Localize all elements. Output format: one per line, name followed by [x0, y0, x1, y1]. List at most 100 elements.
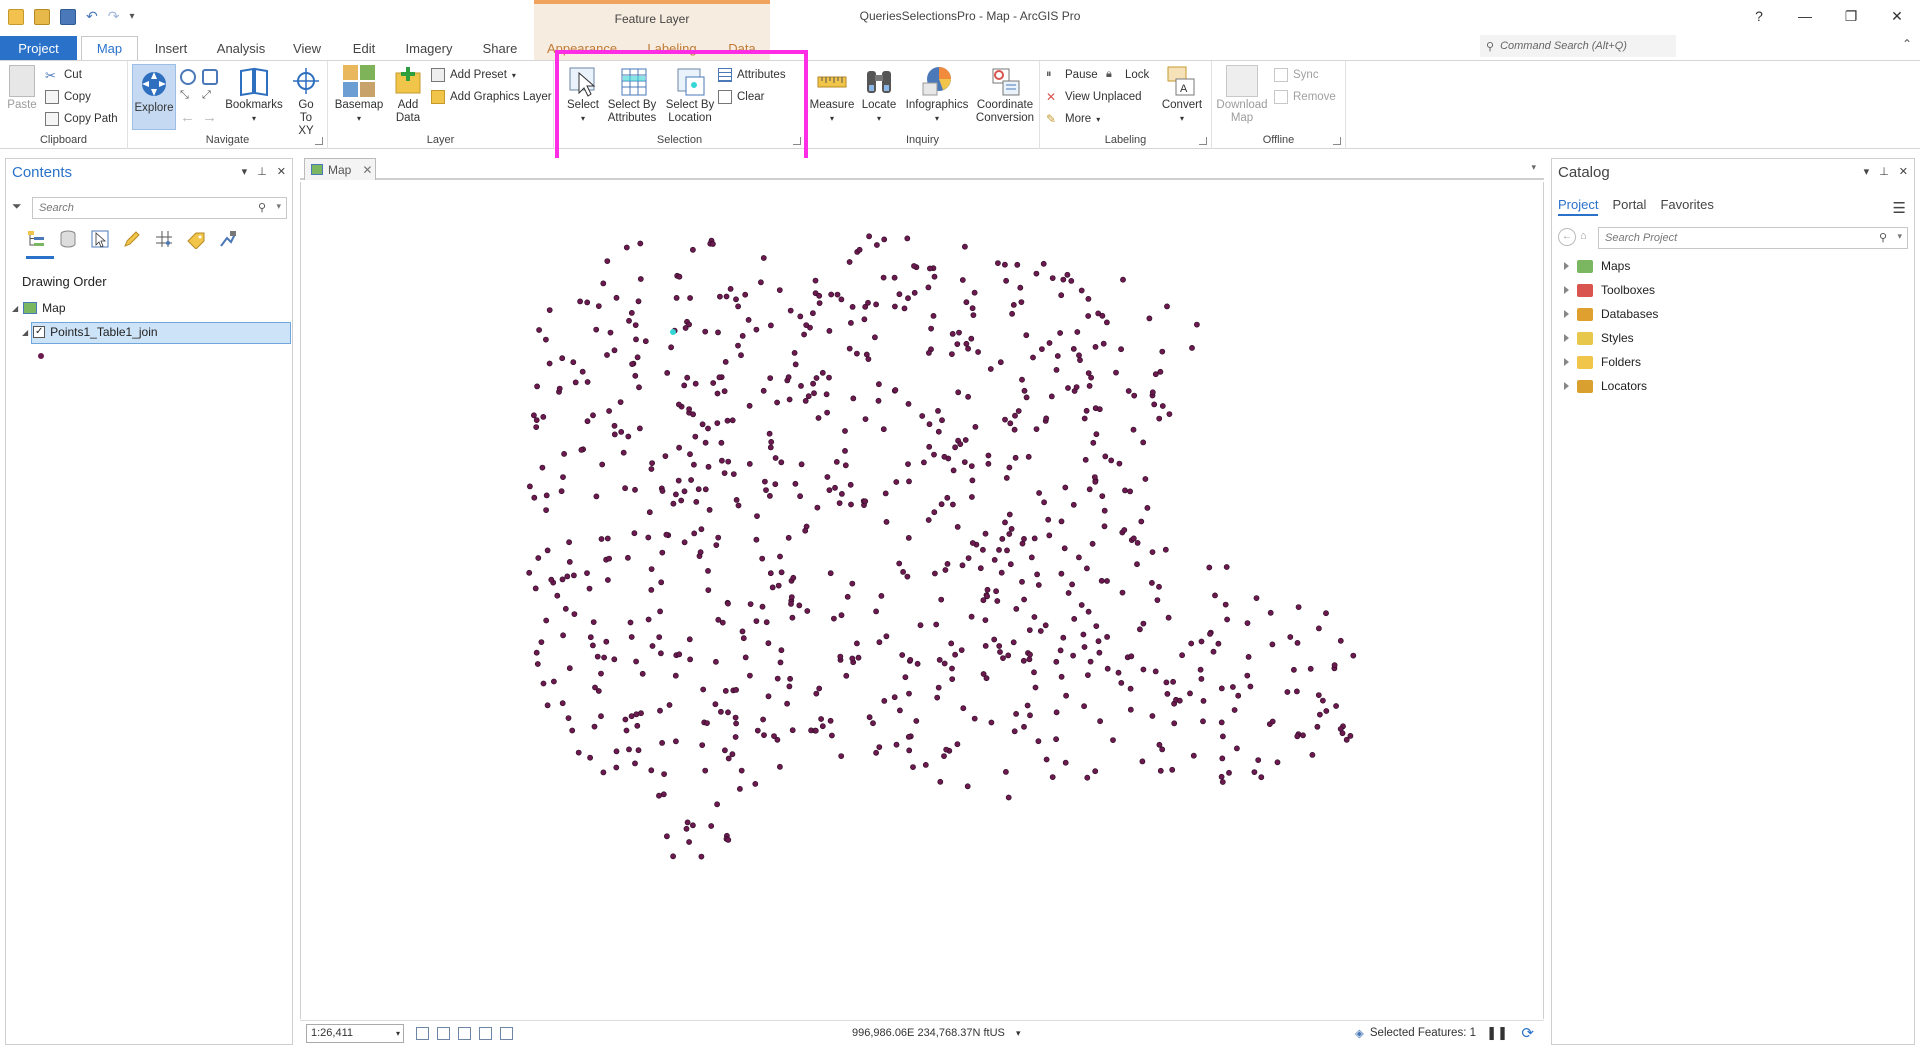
select-by-attributes-button[interactable]: Select By Attributes — [604, 65, 660, 125]
fixed-zoom-icon[interactable] — [202, 69, 218, 85]
point-feature[interactable] — [1120, 276, 1126, 283]
point-feature[interactable] — [598, 536, 605, 542]
point-feature[interactable] — [752, 781, 759, 787]
point-feature[interactable] — [656, 792, 662, 799]
point-feature[interactable] — [950, 467, 957, 474]
point-feature[interactable] — [725, 600, 731, 607]
point-feature[interactable] — [1086, 382, 1093, 389]
point-feature[interactable] — [827, 717, 834, 724]
point-feature[interactable] — [628, 713, 635, 720]
point-feature[interactable] — [590, 412, 596, 419]
point-feature[interactable] — [1149, 713, 1156, 719]
point-feature[interactable] — [824, 474, 831, 480]
point-feature[interactable] — [1006, 531, 1013, 537]
point-feature[interactable] — [691, 530, 698, 537]
point-feature[interactable] — [1253, 595, 1260, 601]
minimize-button[interactable]: — — [1782, 0, 1828, 32]
point-feature[interactable] — [681, 539, 688, 546]
point-feature[interactable] — [561, 450, 567, 457]
point-feature[interactable] — [1104, 319, 1110, 326]
point-feature[interactable] — [633, 658, 639, 665]
point-feature[interactable] — [736, 786, 743, 792]
constraints-icon[interactable] — [479, 1027, 492, 1040]
point-feature[interactable] — [1005, 794, 1012, 801]
point-feature[interactable] — [1244, 672, 1251, 679]
collapse-triangle-icon[interactable]: ◢ — [12, 304, 18, 313]
point-feature[interactable] — [971, 289, 978, 296]
point-feature[interactable] — [672, 738, 679, 745]
point-feature[interactable] — [689, 822, 696, 829]
point-feature[interactable] — [1200, 718, 1206, 725]
point-feature[interactable] — [1187, 690, 1193, 697]
point-feature[interactable] — [897, 707, 903, 714]
point-feature[interactable] — [715, 329, 721, 336]
point-feature[interactable] — [681, 488, 688, 495]
point-feature[interactable] — [995, 260, 1001, 266]
catalog-item-databases[interactable]: Databases — [1564, 307, 1658, 321]
point-feature[interactable] — [554, 592, 561, 599]
point-feature[interactable] — [987, 366, 994, 372]
point-feature[interactable] — [998, 569, 1005, 576]
point-feature[interactable] — [1053, 658, 1060, 665]
point-feature[interactable] — [595, 303, 602, 309]
point-feature[interactable] — [1104, 665, 1111, 672]
point-feature[interactable] — [526, 569, 533, 576]
point-feature[interactable] — [604, 577, 611, 583]
point-feature[interactable] — [1030, 354, 1036, 361]
point-feature[interactable] — [626, 317, 632, 324]
point-feature[interactable] — [699, 742, 706, 748]
point-feature[interactable] — [591, 723, 598, 730]
point-feature[interactable] — [1125, 388, 1132, 394]
point-feature[interactable] — [587, 634, 594, 641]
point-feature[interactable] — [702, 439, 709, 446]
point-feature[interactable] — [543, 617, 550, 624]
point-feature[interactable] — [901, 305, 908, 312]
point-feature[interactable] — [1031, 535, 1038, 542]
point-feature[interactable] — [1005, 652, 1012, 659]
point-feature[interactable] — [676, 651, 683, 658]
point-feature[interactable] — [666, 702, 673, 708]
point-feature[interactable] — [1023, 332, 1030, 339]
add-graphics-layer-button[interactable]: Add Graphics Layer — [431, 90, 552, 104]
point-feature[interactable] — [880, 426, 887, 433]
point-feature[interactable] — [570, 572, 577, 579]
point-feature[interactable] — [1100, 340, 1107, 347]
point-feature[interactable] — [977, 565, 984, 572]
point-feature[interactable] — [1025, 453, 1032, 460]
point-feature[interactable] — [1152, 371, 1159, 378]
point-feature[interactable] — [584, 418, 591, 425]
point-feature[interactable] — [902, 674, 909, 681]
point-feature[interactable] — [969, 494, 975, 500]
point-feature[interactable] — [776, 287, 783, 293]
point-feature[interactable] — [1218, 773, 1225, 780]
point-feature[interactable] — [913, 718, 920, 724]
point-feature[interactable] — [925, 284, 932, 291]
point-feature[interactable] — [1049, 275, 1056, 281]
point-feature[interactable] — [959, 277, 966, 283]
point-feature[interactable] — [617, 399, 624, 405]
point-feature[interactable] — [774, 675, 781, 682]
point-feature[interactable] — [706, 506, 713, 513]
point-feature[interactable] — [1041, 499, 1047, 506]
point-feature[interactable] — [598, 670, 604, 677]
point-feature[interactable] — [996, 643, 1003, 649]
point-feature[interactable] — [1140, 666, 1147, 673]
point-feature[interactable] — [566, 539, 572, 546]
point-feature[interactable] — [838, 296, 845, 303]
point-feature[interactable] — [672, 491, 679, 498]
point-feature[interactable] — [1149, 579, 1155, 586]
point-feature[interactable] — [660, 791, 667, 798]
point-feature[interactable] — [1134, 561, 1140, 568]
point-feature[interactable] — [705, 587, 712, 593]
point-feature[interactable] — [604, 535, 611, 542]
point-feature[interactable] — [1130, 426, 1137, 433]
point-feature[interactable] — [1220, 733, 1226, 740]
explore-button[interactable]: Explore — [132, 64, 176, 130]
point-feature[interactable] — [628, 634, 635, 640]
point-feature[interactable] — [838, 612, 845, 619]
point-feature[interactable] — [718, 439, 725, 446]
point-feature[interactable] — [855, 654, 862, 661]
point-feature[interactable] — [1018, 299, 1025, 305]
point-feature[interactable] — [996, 546, 1002, 553]
point-feature[interactable] — [611, 431, 618, 438]
